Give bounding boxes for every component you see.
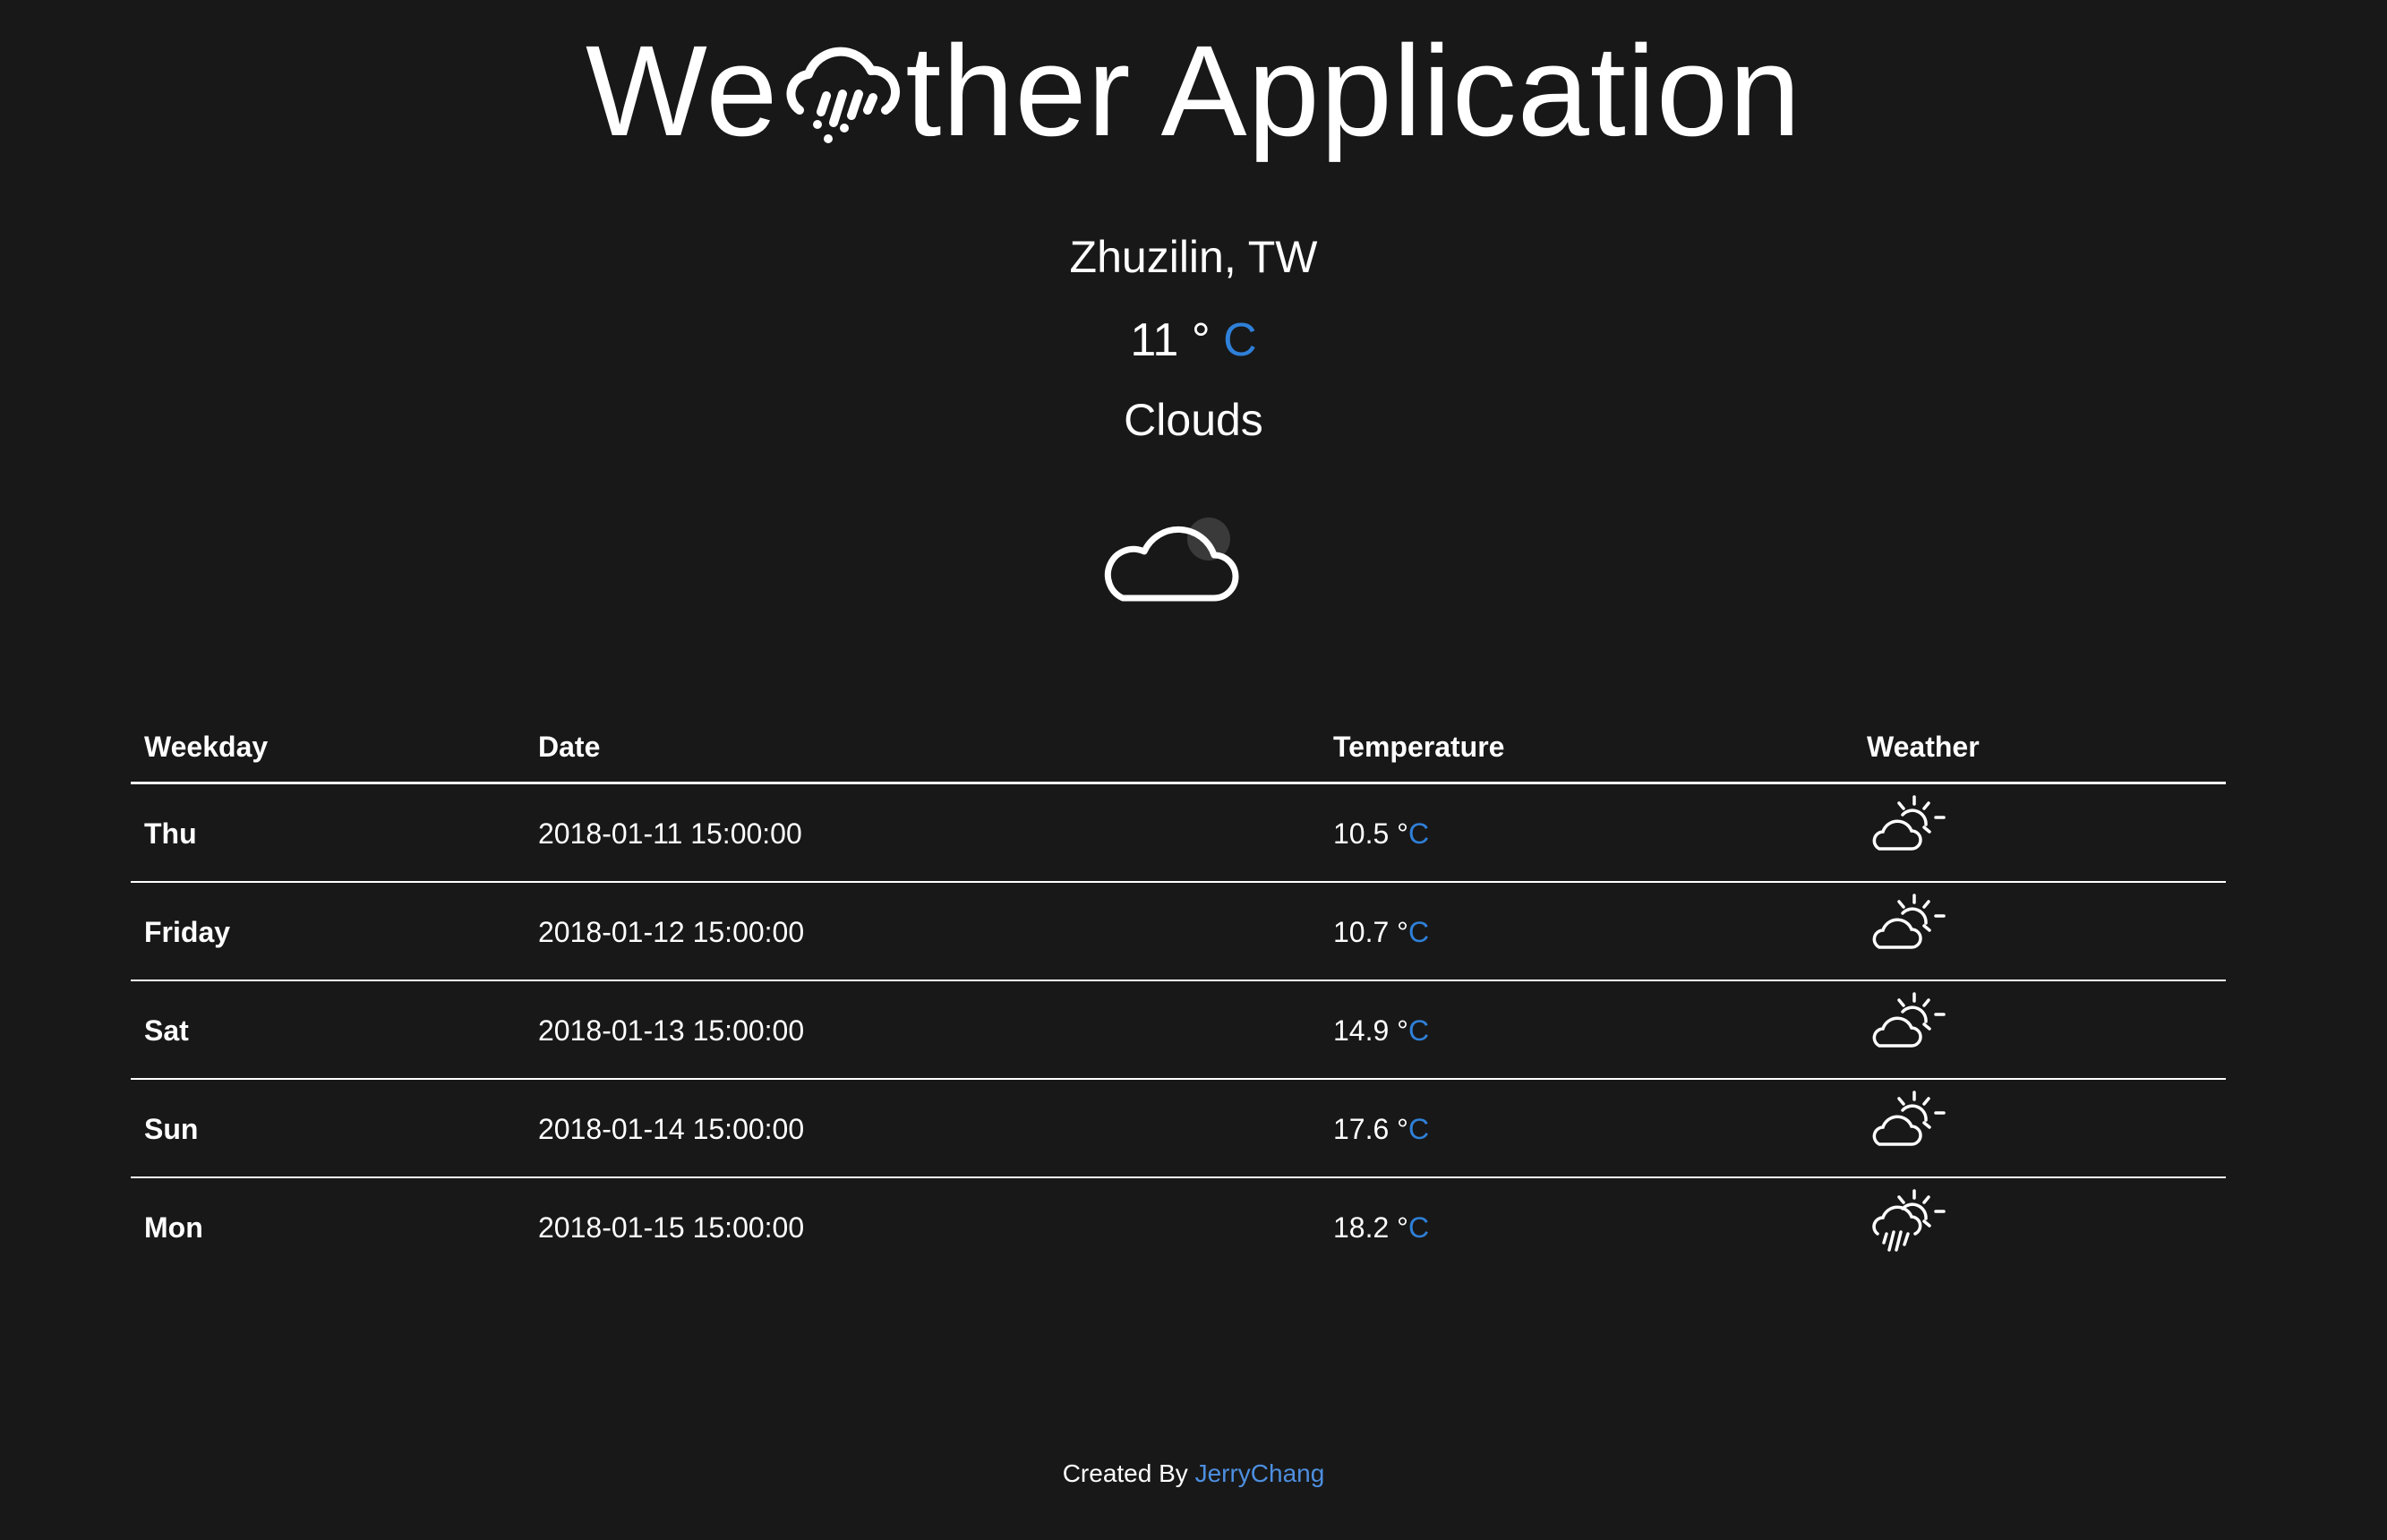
forecast-table: Weekday Date Temperature Weather Thu 201… [131, 722, 2226, 1277]
row-date: 2018-01-15 15:00:00 [538, 1211, 805, 1244]
table-row: Thu 2018-01-11 15:00:00 10.5 °C [131, 784, 2226, 883]
current-degree-symbol: ° [1191, 314, 1211, 366]
row-weekday: Thu [144, 817, 197, 850]
row-temperature-unit: C [1407, 916, 1430, 948]
current-temperature-line: 11 ° C [0, 312, 2387, 369]
partly-cloudy-day-icon [1867, 795, 1947, 863]
row-weekday: Mon [144, 1211, 203, 1244]
current-temperature-value: 11 [1130, 314, 1179, 366]
row-temperature-unit: C [1407, 1113, 1430, 1145]
day-rain-icon [1867, 1189, 1947, 1257]
footer-prefix: Created By [1062, 1459, 1188, 1487]
row-date: 2018-01-11 15:00:00 [538, 817, 802, 850]
app-title-start: We [585, 19, 779, 163]
table-header-row: Weekday Date Temperature Weather [131, 722, 2226, 784]
current-city: Zhuzilin, TW [1069, 232, 1318, 282]
row-temperature-unit: C [1407, 817, 1430, 850]
author-link[interactable]: JerryChang [1195, 1459, 1325, 1487]
row-weekday: Sun [144, 1113, 199, 1145]
row-temperature: 10.5 °C [1333, 784, 1429, 883]
app-title: We ther Application [0, 20, 2387, 163]
row-weekday: Sat [144, 1014, 189, 1047]
header-temperature: Temperature [1333, 731, 1505, 763]
footer: Created By JerryChang [0, 1456, 2387, 1492]
cloud-rain-icon [786, 47, 901, 143]
row-date: 2018-01-14 15:00:00 [538, 1113, 805, 1145]
row-temperature-value: 17.6 [1333, 1113, 1390, 1145]
row-degree-symbol: ° [1397, 1211, 1408, 1244]
row-temperature: 17.6 °C [1333, 1080, 1429, 1178]
header-date: Date [538, 731, 601, 763]
partly-cloudy-day-icon [1867, 1091, 1947, 1159]
row-temperature-value: 18.2 [1333, 1211, 1390, 1244]
unit-toggle-link[interactable]: C [1223, 314, 1257, 366]
row-temperature-value: 10.5 [1333, 817, 1390, 850]
partly-cloudy-day-icon [1867, 992, 1947, 1060]
row-temperature-value: 10.7 [1333, 916, 1390, 948]
row-temperature-value: 14.9 [1333, 1014, 1390, 1047]
table-row: Mon 2018-01-15 15:00:00 18.2 °C [131, 1178, 2226, 1277]
row-weekday: Friday [144, 916, 231, 948]
table-row: Sun 2018-01-14 15:00:00 17.6 °C [131, 1080, 2226, 1178]
row-degree-symbol: ° [1397, 916, 1408, 948]
row-date: 2018-01-13 15:00:00 [538, 1014, 805, 1047]
table-row: Friday 2018-01-12 15:00:00 10.7 °C [131, 883, 2226, 981]
row-temperature: 14.9 °C [1333, 981, 1429, 1080]
row-temperature: 18.2 °C [1333, 1178, 1429, 1277]
header-weather: Weather [1867, 731, 1980, 763]
app-title-end: ther Application [905, 19, 1802, 163]
row-temperature: 10.7 °C [1333, 883, 1429, 981]
current-condition: Clouds [1124, 395, 1263, 445]
row-date: 2018-01-12 15:00:00 [538, 916, 805, 948]
table-row: Sat 2018-01-13 15:00:00 14.9 °C [131, 981, 2226, 1080]
cloud-icon [1104, 518, 1239, 602]
row-temperature-unit: C [1407, 1014, 1430, 1047]
row-temperature-unit: C [1407, 1211, 1430, 1244]
row-degree-symbol: ° [1397, 1014, 1408, 1047]
partly-cloudy-day-icon [1867, 894, 1947, 962]
row-degree-symbol: ° [1397, 817, 1408, 850]
header-weekday: Weekday [144, 731, 269, 763]
row-degree-symbol: ° [1397, 1113, 1408, 1145]
